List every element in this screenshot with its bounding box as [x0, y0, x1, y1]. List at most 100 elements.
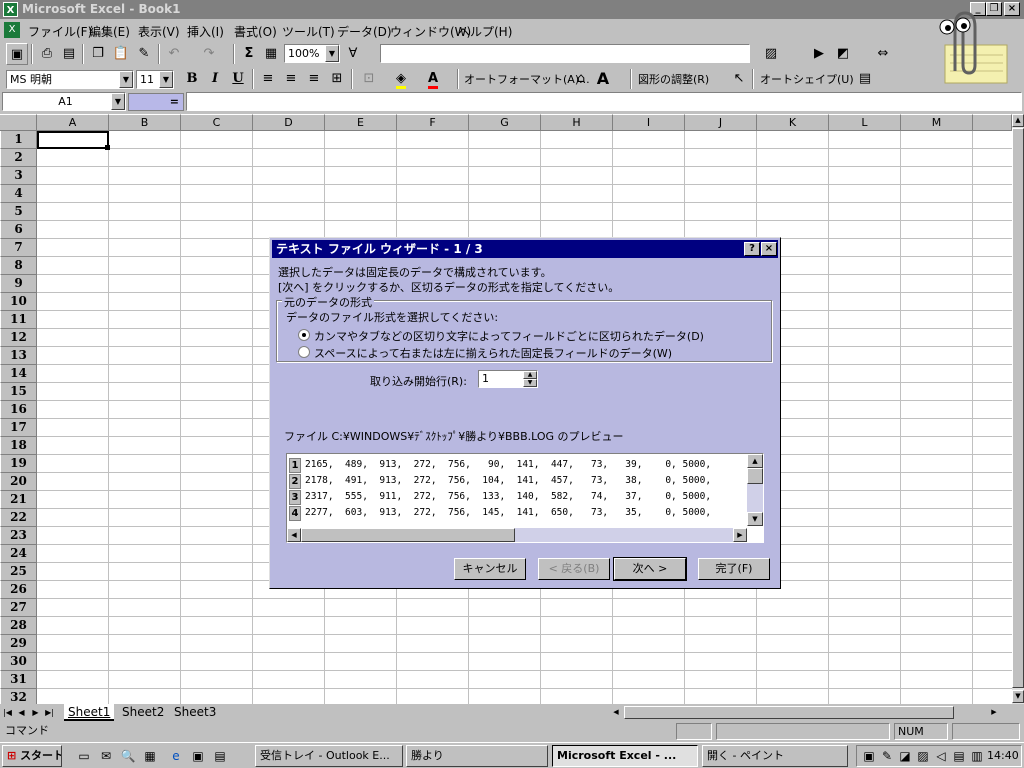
chevron-down-icon[interactable]: ▼ [119, 71, 133, 88]
autoshape-menu[interactable]: オートシェイプ(U) [760, 71, 854, 87]
row-header[interactable]: 15 [0, 383, 37, 401]
format-icon[interactable]: ⌂ [570, 68, 592, 90]
sheet-tab[interactable]: Sheet2 [118, 704, 168, 721]
taskbar-paint[interactable]: 開く - ペイント [702, 745, 848, 767]
scroll-up-icon[interactable]: ▲ [1012, 114, 1024, 127]
row-header[interactable]: 32 [0, 689, 37, 704]
row-header[interactable]: 8 [0, 257, 37, 275]
file-preview[interactable]: 1 2165, 489, 913, 272, 756, 90, 141, 447… [286, 453, 764, 543]
column-header[interactable]: A [37, 114, 109, 131]
excel-icon[interactable]: X [3, 2, 18, 17]
undo-icon[interactable]: ↶ [163, 43, 185, 65]
print-icon[interactable]: ⎙ [36, 43, 58, 65]
menu-file[interactable]: ファイル(F) [28, 23, 92, 40]
row-header[interactable]: 4 [0, 185, 37, 203]
column-header[interactable]: K [757, 114, 829, 131]
scroll-right-icon[interactable]: ▶ [733, 528, 747, 542]
row-header[interactable]: 16 [0, 401, 37, 419]
cancel-button[interactable]: キャンセル [454, 558, 526, 580]
textbox-icon[interactable]: ▤ [854, 68, 876, 90]
preview-vscroll[interactable]: ▲ ▼ [747, 454, 763, 526]
spin-up-icon[interactable]: ▲ [523, 371, 537, 379]
scroll-down-icon[interactable]: ▼ [1012, 690, 1024, 703]
row-header[interactable]: 11 [0, 311, 37, 329]
dialog-close-button[interactable]: × [761, 242, 777, 256]
column-header[interactable]: F [397, 114, 469, 131]
active-cell-a1[interactable] [37, 131, 109, 149]
font-size-combo[interactable]: 11 ▼ [136, 70, 174, 89]
row-header[interactable]: 28 [0, 617, 37, 635]
preview-hscroll[interactable]: ◀ ▶ [287, 528, 747, 542]
font-name-combo[interactable]: MS 明朝 ▼ [6, 70, 134, 89]
outlook-icon[interactable]: ✉ [98, 748, 114, 764]
column-header[interactable]: E [325, 114, 397, 131]
align-center-icon[interactable]: ≡ [280, 68, 302, 90]
row-header[interactable]: 5 [0, 203, 37, 221]
column-header[interactable]: H [541, 114, 613, 131]
taskbar-folder[interactable]: 勝より [406, 745, 548, 767]
row-header[interactable]: 12 [0, 329, 37, 347]
arrange-icon[interactable]: ⇔ [872, 43, 894, 65]
menu-tools[interactable]: ツール(T) [282, 23, 335, 40]
vertical-scrollbar[interactable]: ▲ ▼ [1012, 114, 1024, 704]
column-header[interactable]: B [109, 114, 181, 131]
menu-help[interactable]: ヘルプ(H) [458, 23, 512, 40]
tray-icon[interactable]: ▤ [951, 748, 967, 764]
menu-format[interactable]: 書式(O) [234, 23, 277, 40]
start-button[interactable]: ⊞ スタート [2, 745, 62, 767]
column-header[interactable]: D [253, 114, 325, 131]
print-preview-icon[interactable]: ▤ [58, 43, 80, 65]
document-icon[interactable]: X [4, 22, 20, 38]
row-header[interactable]: 26 [0, 581, 37, 599]
select-pointer-icon[interactable]: ↖ [728, 68, 750, 90]
borders-icon[interactable]: ⊡ [358, 68, 380, 90]
fixed-width-label[interactable]: スペースによって右または左に揃えられた固定長フィールドのデータ(W) [314, 345, 672, 361]
row-header[interactable]: 6 [0, 221, 37, 239]
delimited-radio[interactable] [298, 329, 310, 341]
horizontal-scroll-thumb[interactable] [624, 706, 954, 719]
clock[interactable]: 14:40 [987, 749, 1019, 762]
menu-data[interactable]: データ(D) [337, 23, 392, 40]
save-icon[interactable]: ▣ [6, 43, 28, 65]
tray-icon[interactable]: ▨ [915, 748, 931, 764]
scroll-down-icon[interactable]: ▼ [747, 512, 763, 526]
sheet-tab[interactable]: Sheet3 [170, 704, 220, 721]
help-button[interactable]: ? [744, 242, 760, 256]
sheet-tab-active[interactable]: Sheet1 [64, 704, 115, 721]
row-header[interactable]: 9 [0, 275, 37, 293]
row-header[interactable]: 7 [0, 239, 37, 257]
column-header-partial[interactable] [973, 114, 1012, 131]
fixed-width-radio[interactable] [298, 346, 310, 358]
functions-icon[interactable]: ∀ [342, 43, 364, 65]
chevron-down-icon[interactable]: ▼ [325, 45, 339, 62]
row-header[interactable]: 21 [0, 491, 37, 509]
scroll-up-icon[interactable]: ▲ [747, 454, 763, 468]
scroll-thumb[interactable] [301, 528, 515, 542]
delimited-label[interactable]: カンマやタブなどの区切り文字によってフィールドごとに区切られたデータ(D) [314, 328, 704, 344]
hscroll-left-icon[interactable]: ◀ [610, 706, 622, 719]
scroll-thumb[interactable] [1012, 128, 1024, 688]
font-size-icon[interactable]: A [592, 68, 614, 90]
select-all-corner[interactable] [0, 114, 37, 131]
menu-view[interactable]: 表示(V) [138, 23, 180, 40]
fill-handle[interactable] [105, 145, 110, 150]
office-assistant-icon[interactable] [925, 5, 1015, 85]
network-icon[interactable]: ▣ [190, 748, 206, 764]
chevron-down-icon[interactable]: ▼ [159, 71, 173, 88]
column-header[interactable]: J [685, 114, 757, 131]
column-header[interactable]: M [901, 114, 973, 131]
ie-icon[interactable]: e [168, 748, 184, 764]
column-header[interactable]: C [181, 114, 253, 131]
tray-pen-icon[interactable]: ✎ [879, 748, 895, 764]
hscroll-right-icon[interactable]: ▶ [988, 706, 1000, 719]
row-header[interactable]: 14 [0, 365, 37, 383]
formula-equals-button[interactable]: = [128, 93, 184, 111]
fill-color-icon[interactable]: ◈ [390, 68, 412, 90]
menu-insert[interactable]: 挿入(I) [187, 23, 224, 40]
format-painter-icon[interactable]: ✎ [133, 43, 155, 65]
scroll-thumb[interactable] [747, 468, 763, 484]
row-header[interactable]: 17 [0, 419, 37, 437]
start-row-spinner[interactable]: 1 ▲ ▼ [478, 370, 538, 388]
prev-sheet-icon[interactable]: ◀ [16, 706, 27, 719]
media-icon[interactable]: ▤ [212, 748, 228, 764]
